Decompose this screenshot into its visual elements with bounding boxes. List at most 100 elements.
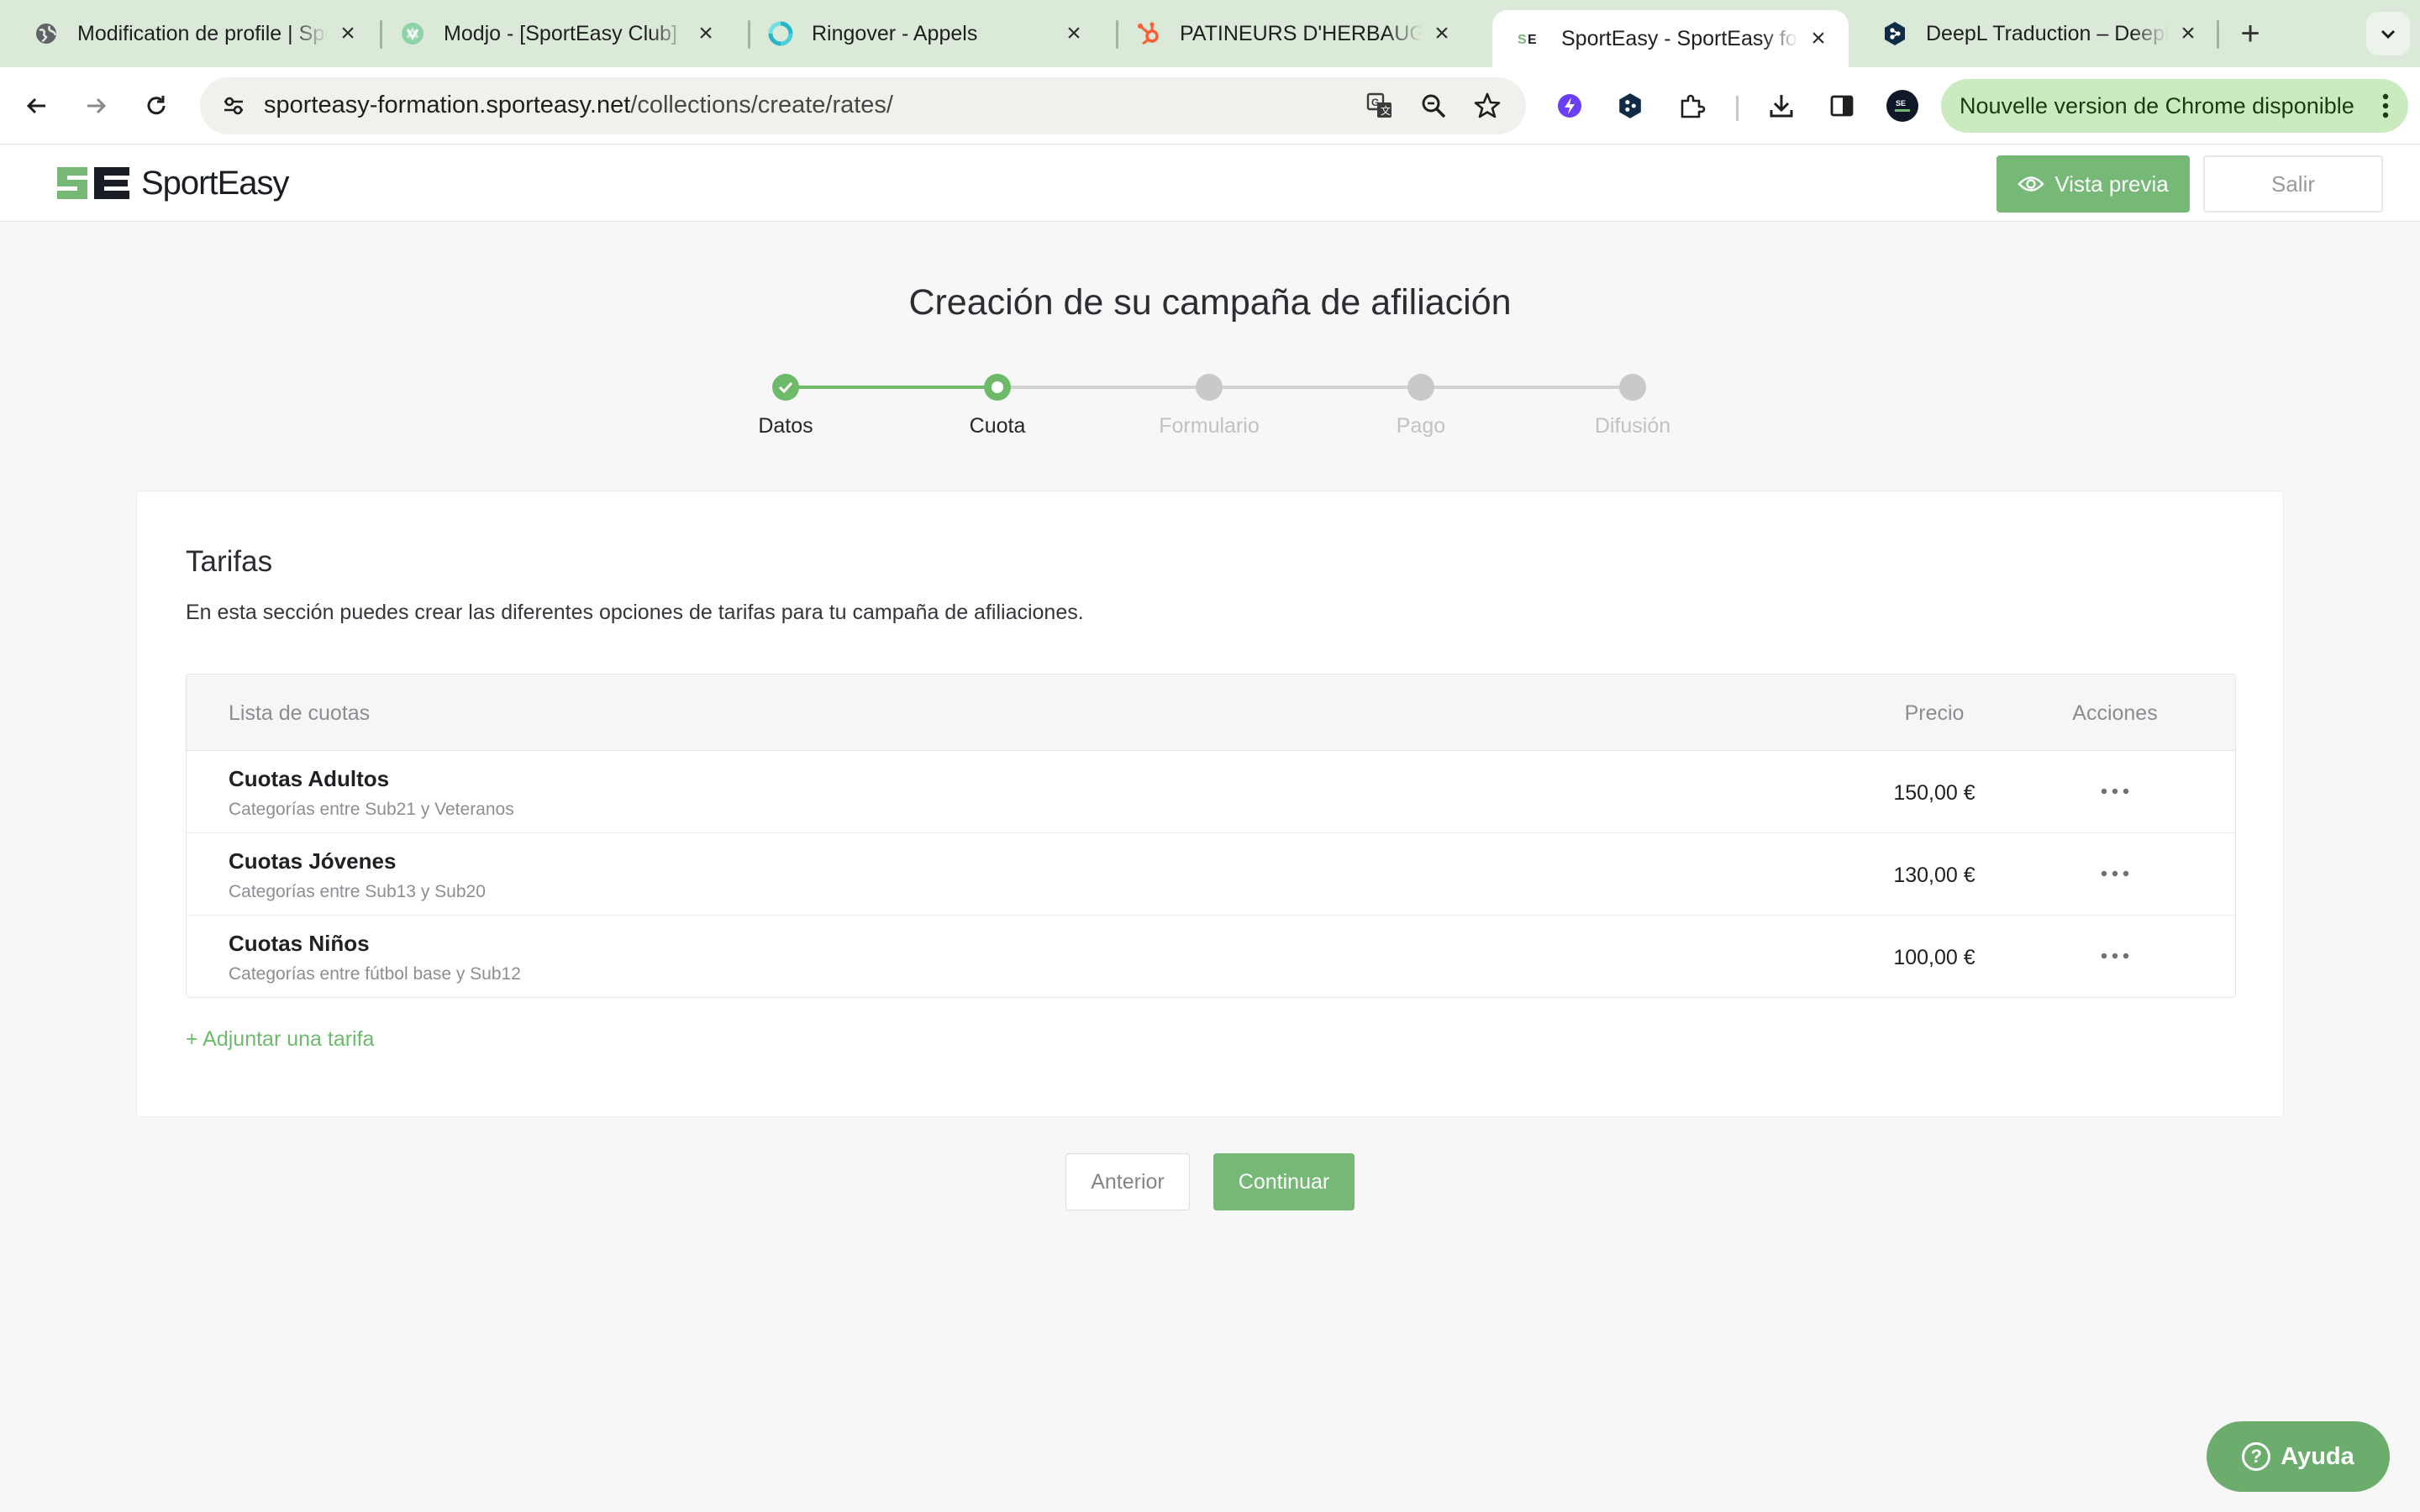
column-header-list: Lista de cuotas [229, 701, 371, 725]
exit-button[interactable]: Salir [2203, 155, 2383, 213]
extensions-puzzle-icon[interactable] [1672, 86, 1712, 126]
row-actions-menu[interactable] [2094, 858, 2136, 889]
browser-tab-active[interactable]: SE SportEasy - SportEasy formation × [1492, 10, 1849, 67]
close-tab-icon[interactable]: × [1807, 26, 1830, 51]
previous-button[interactable]: Anterior [1065, 1153, 1190, 1210]
tab-title: Ringover - Appels [812, 21, 978, 45]
section-title: Tarifas [186, 545, 273, 578]
url-path: /collections/create/rates/ [630, 92, 893, 118]
browser-toolbar: sporteasy-formation.sporteasy.net/collec… [0, 67, 2420, 144]
chrome-update-button[interactable]: Nouvelle version de Chrome disponible [1941, 79, 2408, 133]
row-actions-menu[interactable] [2094, 941, 2136, 971]
table-header: Lista de cuotas Precio Acciones [187, 675, 2235, 751]
check-icon [778, 381, 793, 393]
tab-title: PATINEURS D'HERBAUGES [1180, 21, 1422, 45]
svg-text:SE: SE [1896, 99, 1906, 108]
step-datos-done[interactable] [772, 374, 799, 401]
step-label: Pago [1396, 414, 1446, 438]
rate-price: 130,00 € [1893, 864, 1975, 887]
table-row[interactable]: Cuotas Jóvenes Categorías entre Sub13 y … [187, 833, 2235, 916]
column-header-actions: Acciones [2072, 701, 2158, 725]
rate-price: 100,00 € [1893, 946, 1975, 969]
sporteasy-logo[interactable]: SportEasy [55, 164, 290, 202]
close-tab-icon[interactable]: × [1062, 21, 1086, 46]
back-button[interactable] [15, 84, 59, 128]
add-rate-link[interactable]: + Adjuntar una tarifa [186, 1027, 374, 1052]
forward-button[interactable] [74, 84, 118, 128]
tab-title: Modification de profile | SportEasy [77, 21, 328, 45]
preview-button[interactable]: Vista previa [1996, 155, 2190, 213]
arrow-right-icon [87, 97, 107, 114]
section-description: En esta sección puedes crear las diferen… [186, 601, 1084, 624]
more-horiz-icon [2101, 870, 2129, 877]
hubspot-icon [1136, 21, 1161, 46]
tab-title: SportEasy - SportEasy formation [1561, 26, 1798, 50]
deepl-icon [1882, 21, 1907, 46]
svg-text:E: E [1528, 33, 1537, 47]
step-label: Cuota [969, 414, 1026, 438]
browser-tab[interactable]: Modjo - [SportEasy Club] × [366, 8, 736, 59]
sporteasy-logo-mark [57, 167, 129, 199]
step-connector [997, 386, 1209, 389]
browser-tab[interactable]: DeepL Traduction – DeepL × [1849, 8, 2218, 59]
sporteasy-icon: SE [1518, 26, 1543, 51]
tab-separator [2217, 20, 2219, 49]
url-text: sporteasy-formation.sporteasy.net/collec… [264, 92, 893, 119]
exit-label: Salir [2270, 171, 2315, 197]
profile-avatar-icon[interactable]: SE [1882, 86, 1923, 126]
app-header: SportEasy Vista previa Salir [0, 145, 2420, 222]
extension-bolt-icon[interactable] [1549, 86, 1590, 126]
step-connector [1209, 386, 1421, 389]
more-horiz-icon [2101, 788, 2129, 795]
close-tab-icon[interactable]: × [694, 21, 718, 46]
logo-text: SportEasy [141, 164, 290, 202]
step-connector [1421, 386, 1633, 389]
step-connector [786, 386, 997, 389]
close-tab-icon[interactable]: × [336, 21, 360, 46]
modjo-icon [400, 21, 425, 46]
address-bar[interactable]: sporteasy-formation.sporteasy.net/collec… [200, 77, 1526, 134]
site-info-icon[interactable] [215, 87, 252, 124]
tab-title: Modjo - [SportEasy Club] [444, 21, 677, 45]
table-row[interactable]: Cuotas Niños Categorías entre fútbol bas… [187, 916, 2235, 997]
row-actions-menu[interactable] [2094, 776, 2136, 806]
eye-icon [2018, 176, 2044, 192]
browser-tab[interactable]: Modification de profile | SportEasy × [0, 8, 378, 59]
toolbar-divider [1736, 96, 1739, 121]
extension-deepl-icon[interactable] [1610, 86, 1650, 126]
rate-name: Cuotas Niños [229, 931, 370, 956]
svg-text:S: S [1518, 33, 1527, 47]
help-label: Ayuda [2281, 1442, 2354, 1470]
browser-tab[interactable]: Ringover - Appels × [734, 8, 1104, 59]
column-header-price: Precio [1904, 701, 1965, 725]
browser-tab[interactable]: PATINEURS D'HERBAUGES × [1102, 8, 1472, 59]
step-formulario [1196, 374, 1223, 401]
bookmark-star-icon[interactable] [1470, 89, 1504, 123]
translate-icon[interactable]: G文 [1363, 89, 1397, 123]
new-tab-button[interactable]: + [2232, 15, 2269, 52]
tab-search-button[interactable] [2366, 12, 2410, 55]
globe-icon [34, 21, 59, 46]
more-horiz-icon [2101, 953, 2129, 959]
browser-tab-strip: Modification de profile | SportEasy × Mo… [0, 0, 2420, 67]
zoom-icon[interactable] [1417, 89, 1450, 123]
rate-detail: Categorías entre Sub13 y Sub20 [229, 882, 486, 901]
rate-name: Cuotas Jóvenes [229, 848, 397, 874]
reload-button[interactable] [134, 84, 178, 128]
continue-button[interactable]: Continuar [1213, 1153, 1355, 1210]
side-panel-icon[interactable] [1822, 86, 1862, 126]
download-icon[interactable] [1761, 86, 1802, 126]
rates-table: Lista de cuotas Precio Acciones Cuotas A… [186, 674, 2236, 998]
step-label: Formulario [1159, 414, 1260, 438]
progress-stepper: Datos Cuota Formulario Pago Difusión [0, 370, 2420, 454]
chevron-down-icon [2381, 29, 2396, 39]
preview-label: Vista previa [2054, 171, 2169, 197]
step-cuota-current[interactable] [984, 374, 1011, 401]
close-tab-icon[interactable]: × [2176, 21, 2200, 46]
table-row[interactable]: Cuotas Adultos Categorías entre Sub21 y … [187, 751, 2235, 833]
close-tab-icon[interactable]: × [1430, 21, 1454, 46]
help-button[interactable]: ? Ayuda [2207, 1421, 2390, 1492]
question-icon: ? [2242, 1442, 2271, 1471]
url-host: sporteasy-formation.sporteasy.net [264, 92, 631, 118]
more-vert-icon [2382, 93, 2389, 118]
